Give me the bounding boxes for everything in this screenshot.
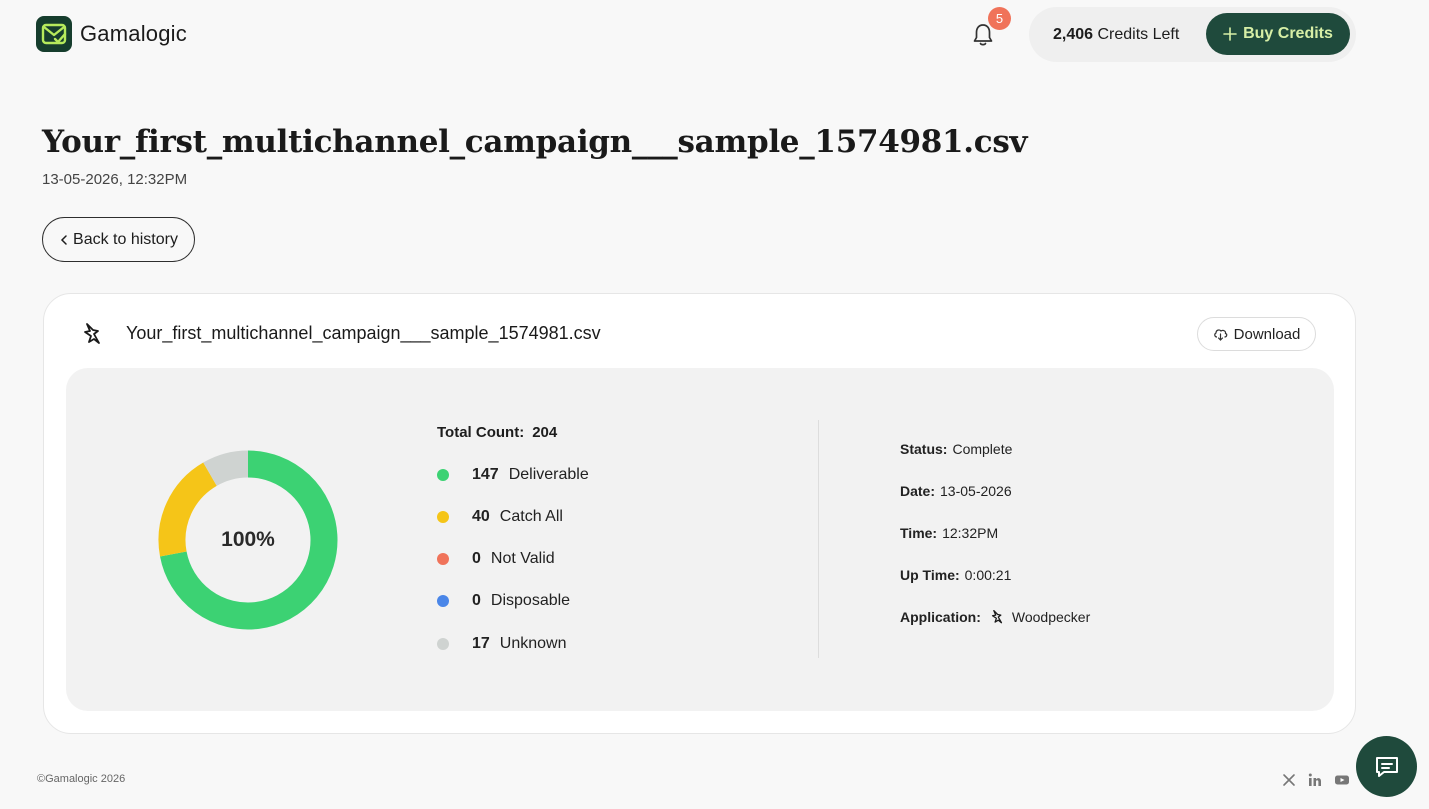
stats-panel: 100% Total Count: 204 147 Deliverable 40 … — [66, 368, 1334, 711]
info-key: Application: — [900, 609, 981, 625]
legend-item-unknown: 17 Unknown — [437, 635, 567, 653]
credits-value: 2,406 — [1053, 25, 1094, 43]
info-value: 12:32PM — [942, 525, 999, 541]
x-icon[interactable] — [1281, 772, 1297, 788]
brand-name: Gamalogic — [80, 21, 187, 46]
not-valid-dot — [437, 553, 449, 565]
brand-logo[interactable]: Gamalogic — [36, 16, 187, 52]
catch-all-dot — [437, 511, 449, 523]
info-time: Time: 12:32PM — [900, 525, 998, 541]
total-count: Total Count: 204 — [437, 424, 557, 441]
chat-button[interactable] — [1356, 736, 1417, 797]
info-value: 0:00:21 — [964, 567, 1012, 583]
info-key: Up Time: — [900, 567, 960, 583]
legend-item-catch-all: 40 Catch All — [437, 508, 563, 526]
woodpecker-icon — [991, 610, 1002, 624]
total-count-value: 204 — [532, 424, 558, 441]
disposable-dot — [437, 595, 449, 607]
info-status: Status: Complete — [900, 441, 1012, 457]
youtube-icon[interactable] — [1334, 772, 1350, 788]
info-key: Status: — [900, 441, 948, 457]
legend-label: Unknown — [499, 635, 567, 652]
legend-item-not-valid: 0 Not Valid — [437, 550, 555, 568]
donut-percentage: 100% — [221, 528, 275, 551]
notification-badge: 5 — [988, 7, 1011, 30]
legend-label: Catch All — [499, 508, 563, 525]
info-key: Date: — [900, 483, 936, 499]
result-card: Your_first_multichannel_campaign___sampl… — [43, 293, 1356, 734]
buy-credits-label: Buy Credits — [1243, 25, 1333, 42]
chevron-left-icon — [60, 234, 67, 245]
credits-left: 2,406 Credits Left — [1053, 26, 1179, 44]
card-file-name: Your_first_multichannel_campaign___sampl… — [126, 323, 601, 343]
info-value: Complete — [952, 441, 1013, 457]
info-value: Woodpecker — [1011, 609, 1091, 625]
legend-count: 40 — [472, 508, 490, 525]
page-title: Your_first_multichannel_campaign___sampl… — [42, 124, 1028, 160]
legend-count: 17 — [472, 635, 490, 652]
download-label: Download — [1233, 325, 1301, 343]
info-key: Time: — [900, 525, 938, 541]
legend-label: Deliverable — [508, 466, 589, 483]
buy-credits-button[interactable]: Buy Credits — [1206, 13, 1350, 55]
legend-label: Disposable — [490, 592, 571, 609]
info-uptime: Up Time: 0:00:21 — [900, 567, 1011, 583]
plus-icon — [1223, 27, 1237, 41]
chat-icon — [1375, 756, 1398, 777]
legend-count: 0 — [472, 550, 481, 567]
info-date: Date: 13-05-2026 — [900, 483, 1012, 499]
stats-divider — [818, 420, 819, 658]
footer-copyright: ©Gamalogic 2026 — [37, 773, 126, 785]
deliverable-dot — [437, 469, 449, 481]
linkedin-icon[interactable] — [1307, 772, 1323, 788]
cloud-download-icon — [1213, 329, 1227, 341]
unknown-dot — [437, 638, 449, 650]
total-count-label: Total Count: — [437, 424, 525, 441]
legend-count: 147 — [472, 466, 499, 483]
legend-item-disposable: 0 Disposable — [437, 592, 570, 610]
woodpecker-icon — [84, 323, 100, 344]
back-label: Back to history — [73, 230, 178, 248]
legend-item-deliverable: 147 Deliverable — [437, 466, 589, 484]
back-to-history-button[interactable]: Back to history — [42, 217, 195, 262]
info-value: 13-05-2026 — [940, 483, 1012, 499]
credits-suffix: Credits Left — [1093, 25, 1180, 43]
download-button[interactable]: Download — [1197, 317, 1316, 351]
legend-count: 0 — [472, 592, 481, 609]
legend-label: Not Valid — [490, 550, 555, 567]
page-subtitle: 13-05-2026, 12:32PM — [42, 171, 188, 188]
info-application: Application: Woodpecker — [900, 609, 1090, 625]
mail-check-icon — [36, 16, 72, 52]
